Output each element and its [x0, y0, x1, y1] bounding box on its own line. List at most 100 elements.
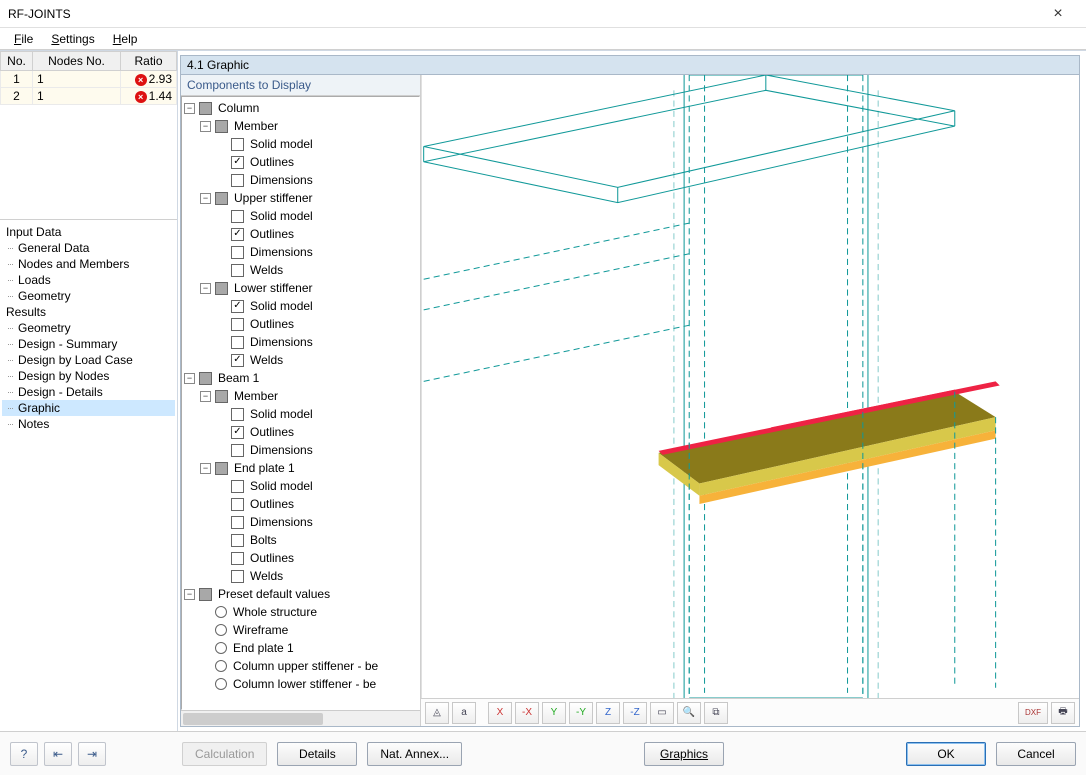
radio-whole-structure[interactable] [215, 606, 227, 618]
checkbox-ls-welds[interactable] [231, 354, 244, 367]
collapse-icon[interactable]: − [184, 589, 195, 600]
checkbox-ep1-dim[interactable] [231, 516, 244, 529]
checkbox-column[interactable] [199, 102, 212, 115]
checkbox-b1-member[interactable] [215, 390, 228, 403]
view-neg-x-icon[interactable]: -X [515, 702, 539, 724]
checkbox-lower-stiffener[interactable] [215, 282, 228, 295]
collapse-icon[interactable]: − [184, 373, 195, 384]
checkbox-upper-stiffener[interactable] [215, 192, 228, 205]
joint-render-icon [422, 75, 1079, 698]
nav-loads[interactable]: Loads [2, 272, 175, 288]
nav-notes[interactable]: Notes [2, 416, 175, 432]
checkbox-outlines[interactable] [231, 156, 244, 169]
nav-geometry[interactable]: Geometry [2, 288, 175, 304]
checkbox-ep1-solid[interactable] [231, 480, 244, 493]
help-icon[interactable]: ? [10, 742, 38, 766]
col-nodes[interactable]: Nodes No. [33, 52, 121, 71]
calculation-button[interactable]: Calculation [182, 742, 267, 766]
cancel-button[interactable]: Cancel [996, 742, 1076, 766]
col-ratio[interactable]: Ratio [121, 52, 177, 71]
checkbox-beam1[interactable] [199, 372, 212, 385]
checkbox-us-outlines[interactable] [231, 228, 244, 241]
nav-design-details[interactable]: Design - Details [2, 384, 175, 400]
radio-col-upper-stiff[interactable] [215, 660, 227, 672]
error-icon: × [135, 91, 147, 103]
collapse-icon[interactable]: − [200, 463, 211, 474]
collapse-icon[interactable]: − [200, 391, 211, 402]
checkbox-us-welds[interactable] [231, 264, 244, 277]
menu-file[interactable]: File [6, 30, 41, 48]
checkbox-end-plate1[interactable] [215, 462, 228, 475]
horizontal-scrollbar[interactable] [181, 710, 420, 726]
collapse-icon[interactable]: − [184, 103, 195, 114]
nav-input-data[interactable]: Input Data [2, 224, 175, 240]
view-neg-y-icon[interactable]: -Y [569, 702, 593, 724]
checkbox-ep1-outlines2[interactable] [231, 552, 244, 565]
components-title: Components to Display [181, 75, 420, 96]
table-row[interactable]: 1 1 ×2.93 [1, 71, 177, 88]
nav-graphic[interactable]: Graphic [2, 400, 175, 416]
zoom-icon[interactable]: 🔍 [677, 702, 701, 724]
checkbox-dimensions[interactable] [231, 174, 244, 187]
nat-annex-button[interactable]: Nat. Annex... [367, 742, 462, 766]
checkbox-us-dim[interactable] [231, 246, 244, 259]
nav-results[interactable]: Results [2, 304, 175, 320]
menu-settings[interactable]: Settings [43, 30, 102, 48]
bounding-box-icon[interactable]: ▭ [650, 702, 674, 724]
col-no[interactable]: No. [1, 52, 33, 71]
error-icon: × [135, 74, 147, 86]
ok-button[interactable]: OK [906, 742, 986, 766]
nav-general-data[interactable]: General Data [2, 240, 175, 256]
table-row[interactable]: 2 1 ×1.44 [1, 88, 177, 105]
navigator-tree[interactable]: Input Data General Data Nodes and Member… [0, 219, 177, 731]
radio-col-lower-stiff[interactable] [215, 678, 227, 690]
checkbox-ep1-bolts[interactable] [231, 534, 244, 547]
title-bar: RF-JOINTS × [0, 0, 1086, 28]
checkbox-ls-solid[interactable] [231, 300, 244, 313]
checkbox-ls-dim[interactable] [231, 336, 244, 349]
next-panel-icon[interactable]: ⇥ [78, 742, 106, 766]
text-view-icon[interactable]: a [452, 702, 476, 724]
menu-help[interactable]: Help [105, 30, 146, 48]
checkbox-ep1-welds[interactable] [231, 570, 244, 583]
close-icon[interactable]: × [1038, 5, 1078, 23]
checkbox-preset[interactable] [199, 588, 212, 601]
checkbox-b1-solid[interactable] [231, 408, 244, 421]
nav-design-nodes[interactable]: Design by Nodes [2, 368, 175, 384]
components-tree[interactable]: −Column −Member Solid model Outlines Dim… [181, 96, 420, 710]
radio-end-plate1[interactable] [215, 642, 227, 654]
collapse-icon[interactable]: − [200, 121, 211, 132]
nav-design-loadcase[interactable]: Design by Load Case [2, 352, 175, 368]
iso-view-icon[interactable]: ◬ [425, 702, 449, 724]
nav-design-summary[interactable]: Design - Summary [2, 336, 175, 352]
view-x-icon[interactable]: X [488, 702, 512, 724]
copy-icon[interactable]: ⧉ [704, 702, 728, 724]
checkbox-member[interactable] [215, 120, 228, 133]
checkbox-us-solid[interactable] [231, 210, 244, 223]
view-z-icon[interactable]: Z [596, 702, 620, 724]
window-title: RF-JOINTS [8, 7, 1038, 21]
details-button[interactable]: Details [277, 742, 357, 766]
collapse-icon[interactable]: − [200, 193, 211, 204]
prev-panel-icon[interactable]: ⇤ [44, 742, 72, 766]
graphic-viewport[interactable] [421, 75, 1079, 698]
graphics-button[interactable]: Graphics [644, 742, 724, 766]
checkbox-b1-outlines[interactable] [231, 426, 244, 439]
radio-wireframe[interactable] [215, 624, 227, 636]
checkbox-b1-dim[interactable] [231, 444, 244, 457]
nodes-table[interactable]: No. Nodes No. Ratio 1 1 ×2.93 2 1 ×1.44 [0, 51, 177, 105]
graphic-toolbar: ◬ a X -X Y -Y Z -Z ▭ 🔍 ⧉ DXF 🖶 [421, 698, 1079, 726]
left-pane: No. Nodes No. Ratio 1 1 ×2.93 2 1 ×1.44 [0, 51, 178, 731]
view-y-icon[interactable]: Y [542, 702, 566, 724]
panel-title: 4.1 Graphic [180, 55, 1080, 75]
right-pane: 4.1 Graphic Components to Display −Colum… [178, 51, 1086, 731]
checkbox-ls-outlines[interactable] [231, 318, 244, 331]
dxf-export-icon[interactable]: DXF [1018, 702, 1048, 724]
nav-nodes-members[interactable]: Nodes and Members [2, 256, 175, 272]
view-neg-z-icon[interactable]: -Z [623, 702, 647, 724]
checkbox-solid-model[interactable] [231, 138, 244, 151]
checkbox-ep1-outlines[interactable] [231, 498, 244, 511]
print-icon[interactable]: 🖶 [1051, 702, 1075, 724]
collapse-icon[interactable]: − [200, 283, 211, 294]
nav-res-geometry[interactable]: Geometry [2, 320, 175, 336]
